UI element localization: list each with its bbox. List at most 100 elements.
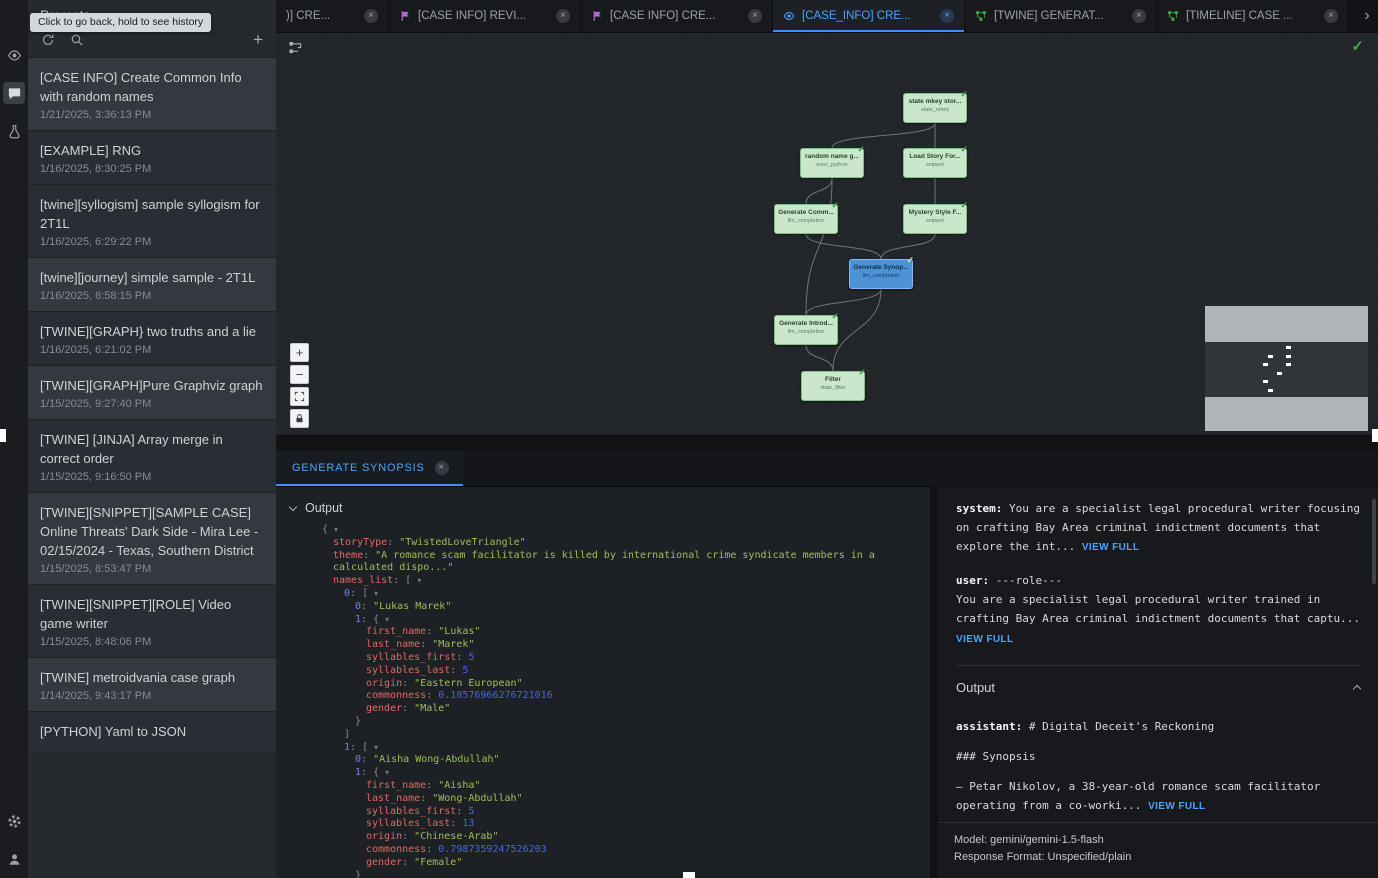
inspector-pane: system: You are a specialist legal proce… (938, 487, 1378, 878)
settings-button[interactable] (3, 810, 25, 832)
prompt-list-item[interactable]: [TWINE] metroidvania case graph 1/14/202… (28, 658, 276, 712)
node-check-icon: ✓ (857, 144, 865, 155)
response-format-line: Response Format: Unspecified/plain (954, 849, 1362, 866)
tab-label: [TIMELINE] CASE ... (1186, 10, 1317, 22)
graph-node[interactable]: Generate Introd... llm_completion ✓ (774, 315, 838, 345)
prompt-date: 1/15/2025, 9:27:40 PM (40, 398, 264, 410)
tab-close-icon[interactable]: × (364, 9, 378, 23)
prompt-list-item[interactable]: [EXAMPLE] RNG 1/16/2025, 8:30:25 PM (28, 131, 276, 185)
json-line: syllables_last: 13 (318, 818, 914, 831)
prompt-list-item[interactable]: [TWINE] [JINJA] Array merge in correct o… (28, 420, 276, 493)
synopsis-text: — Petar Nikolov, a 38-year-old romance s… (956, 780, 1320, 812)
flag-icon (591, 10, 603, 22)
minimap-node-dot (1268, 389, 1273, 392)
prompt-date: 1/16/2025, 6:29:22 PM (40, 236, 264, 248)
node-type: state_filter (802, 385, 864, 391)
bottom-tab-generate-synopsis[interactable]: GENERATE SYNOPSIS × (276, 450, 463, 486)
prompt-list-item[interactable]: [PYTHON] Yaml to JSON (28, 712, 276, 754)
json-line: names_list: [ ▾ (318, 575, 914, 588)
prompt-list-item[interactable]: [TWINE][SNIPPET][ROLE] Video game writer… (28, 585, 276, 658)
fit-view-button[interactable] (290, 387, 309, 406)
resize-handle-bottom[interactable] (683, 872, 695, 878)
graph-node[interactable]: Mystery Style F... snippet ✓ (903, 204, 967, 234)
prompt-list-item[interactable]: [twine][syllogism] sample syllogism for … (28, 185, 276, 258)
node-title: Generate Comm... (775, 209, 837, 216)
experiments-tool-button[interactable] (3, 120, 25, 142)
json-line: origin: "Eastern European" (318, 678, 914, 691)
chevron-up-icon (1353, 685, 1361, 693)
lock-button[interactable] (290, 409, 309, 428)
editor-tab[interactable]: [TWINE] GENERAT... × (965, 0, 1157, 32)
account-button[interactable] (3, 848, 25, 870)
graph-node[interactable]: Generate Synop... llm_completion ✓ (849, 259, 913, 289)
model-line: Model: gemini/gemini-1.5-flash (954, 832, 1362, 849)
prompt-list-item[interactable]: [TWINE][GRAPH]Pure Graphviz graph 1/15/2… (28, 366, 276, 420)
editor-tab[interactable]: [CASE_INFO] CRE... × (773, 0, 965, 32)
graph-canvas[interactable]: ✓ + − state mkey stor... state_mkey ✓ ra… (276, 33, 1378, 435)
graph-edge (806, 289, 881, 315)
gear-icon (7, 814, 22, 829)
preview-tool-button[interactable] (3, 44, 25, 66)
editor-tab[interactable]: [TIMELINE] CASE ... × (1157, 0, 1349, 32)
tabs-container: )] CRE... × [CASE INFO] REVI... × [CASE … (276, 0, 1356, 32)
bottom-tab-label: GENERATE SYNOPSIS (292, 462, 425, 474)
tab-close-icon[interactable]: × (556, 9, 570, 23)
search-icon[interactable] (70, 33, 84, 47)
node-type: llm_completion (775, 218, 837, 224)
minimap[interactable] (1205, 306, 1368, 431)
prompt-list: [CASE INFO] Create Common Info with rand… (28, 58, 276, 754)
editor-tab[interactable]: )] CRE... × (276, 0, 389, 32)
json-line: theme: "A romance scam facilitator is ki… (318, 550, 914, 576)
prompt-list-item[interactable]: [twine][journey] simple sample - 2T1L 1/… (28, 258, 276, 312)
prompt-list-item[interactable]: [TWINE][SNIPPET][SAMPLE CASE] Online Thr… (28, 493, 276, 585)
prompt-list-item[interactable]: [CASE INFO] Create Common Info with rand… (28, 58, 276, 131)
tab-close-icon[interactable]: × (940, 9, 954, 23)
bottom-tab-close-icon[interactable]: × (435, 461, 449, 475)
graph-node[interactable]: state mkey stor... state_mkey ✓ (903, 93, 967, 123)
editor-tab[interactable]: [CASE INFO] REVI... × (389, 0, 581, 32)
json-line: origin: "Chinese-Arab" (318, 831, 914, 844)
editor-tab[interactable]: [CASE INFO] CRE... × (581, 0, 773, 32)
json-line: gender: "Female" (318, 857, 914, 870)
graph-node[interactable]: random name g... exec_python ✓ (800, 148, 864, 178)
tab-close-icon[interactable]: × (1132, 9, 1146, 23)
node-type: snippet (904, 162, 966, 168)
json-line: } (318, 870, 914, 878)
node-check-icon: ✓ (960, 200, 968, 211)
view-full-link[interactable]: VIEW FULL (956, 630, 1013, 649)
resize-handle-left[interactable] (0, 429, 6, 442)
tab-close-icon[interactable]: × (1324, 9, 1338, 23)
zoom-in-button[interactable]: + (290, 343, 309, 362)
graph-node[interactable]: Load Story For... snippet ✓ (903, 148, 967, 178)
node-type: llm_completion (775, 329, 837, 335)
system-text: You are a specialist legal procedural wr… (956, 502, 1360, 553)
prompt-date: 1/16/2025, 8:30:25 PM (40, 163, 264, 175)
flask-icon (7, 124, 22, 139)
zoom-out-button[interactable]: − (290, 365, 309, 384)
flag-icon (399, 10, 411, 22)
user-text-line2: You are a specialist legal procedural wr… (956, 593, 1360, 625)
prompt-title: [TWINE] [JINJA] Array merge in correct o… (40, 430, 264, 468)
output-collapse-header[interactable]: Output (276, 487, 930, 524)
auto-layout-icon[interactable] (288, 40, 303, 55)
tab-close-icon[interactable]: × (748, 9, 762, 23)
add-prompt-button[interactable]: + (253, 33, 263, 47)
output-section-header[interactable]: Output (956, 678, 1360, 697)
scrollbar-thumb[interactable] (1372, 499, 1376, 584)
panel-divider[interactable] (276, 435, 1378, 450)
view-full-link[interactable]: VIEW FULL (1082, 542, 1139, 553)
minimap-node-dot (1286, 363, 1291, 366)
prompt-date: 1/15/2025, 9:16:50 PM (40, 471, 264, 483)
refresh-icon[interactable] (41, 33, 55, 47)
eye-icon (7, 48, 22, 63)
graph-node[interactable]: Generate Comm... llm_completion ✓ (774, 204, 838, 234)
graph-node[interactable]: Filter state_filter ✓ (801, 371, 865, 401)
prompt-list-item[interactable]: [TWINE][GRAPH} two truths and a lie 1/16… (28, 312, 276, 366)
view-full-link[interactable]: VIEW FULL (1148, 801, 1205, 812)
prompts-tool-button[interactable] (3, 82, 25, 104)
json-line: { ▾ (318, 524, 914, 537)
json-line: 0: "Lukas Marek" (318, 601, 914, 614)
resize-handle-right[interactable] (1372, 429, 1378, 442)
tab-scroll-right-button[interactable]: › (1356, 0, 1378, 32)
tab-label: [CASE INFO] CRE... (610, 10, 741, 22)
